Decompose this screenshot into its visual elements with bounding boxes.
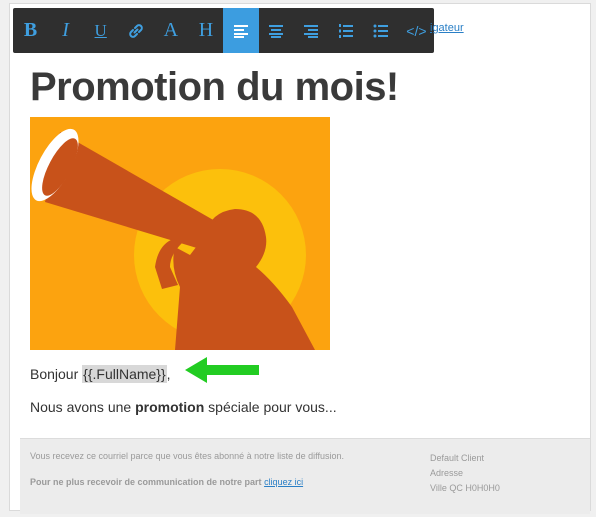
align-center-button[interactable] [259,8,294,53]
code-button[interactable]: </> [399,8,434,53]
view-in-browser-link[interactable]: igateur [430,22,464,34]
address-line: Adresse [430,468,464,478]
italic-button[interactable]: I [48,8,83,53]
link-icon [128,23,143,38]
email-title: Promotion du mois! [30,65,399,109]
italic-icon: I [62,19,69,41]
sender-address: Default Client Adresse Ville QC H0H0H0 [430,451,500,496]
underline-icon: U [94,20,107,40]
promo-suffix: spéciale pour vous... [204,399,337,415]
unsubscribe-line: Pour ne plus recevoir de communication d… [30,477,303,487]
greeting-line: Bonjour {{.FullName}}, [30,365,171,383]
heading-icon: H [198,19,214,41]
address-line: Ville QC H0H0H0 [430,483,500,493]
address-line: Default Client [430,453,485,463]
green-arrow-annotation [185,357,259,383]
align-left-button[interactable] [223,8,259,53]
code-icon: </> [406,22,427,39]
unsubscribe-text: Pour ne plus recevoir de communication d… [30,477,265,487]
editor-toolbar: B I U A H </> [13,8,434,53]
ordered-list-icon [339,23,354,38]
greeting-prefix: Bonjour [30,366,83,382]
unordered-list-button[interactable] [364,8,399,53]
bold-icon: B [23,19,38,41]
align-left-icon [234,24,248,38]
greeting-suffix: , [166,366,171,382]
align-right-icon [304,24,319,38]
underline-button[interactable]: U [83,8,118,53]
link-button[interactable] [118,8,153,53]
align-right-button[interactable] [294,8,329,53]
unsubscribe-link[interactable]: cliquez ici [264,477,303,487]
megaphone-image [30,117,330,350]
fullname-merge-token[interactable]: {{.FullName}} [82,365,167,383]
ordered-list-button[interactable] [329,8,364,53]
font-color-button[interactable]: A [153,8,188,53]
align-center-icon [269,24,284,38]
email-preview-frame: B I U A H </> igateur Promotion du mois! [9,3,591,514]
heading-button[interactable]: H [188,8,223,53]
promo-line: Nous avons une promotion spéciale pour v… [30,399,337,415]
subscription-notice: Vous recevez ce courriel parce que vous … [30,451,345,461]
bold-button[interactable]: B [13,8,48,53]
email-body: Promotion du mois! Bonjour {{.FullName}}… [20,56,590,438]
font-color-icon: A [163,19,179,41]
unordered-list-icon [373,24,389,37]
email-footer: Vous recevez ce courriel parce que vous … [20,438,590,514]
promo-prefix: Nous avons une [30,399,136,415]
promo-bold: promotion [135,399,205,415]
